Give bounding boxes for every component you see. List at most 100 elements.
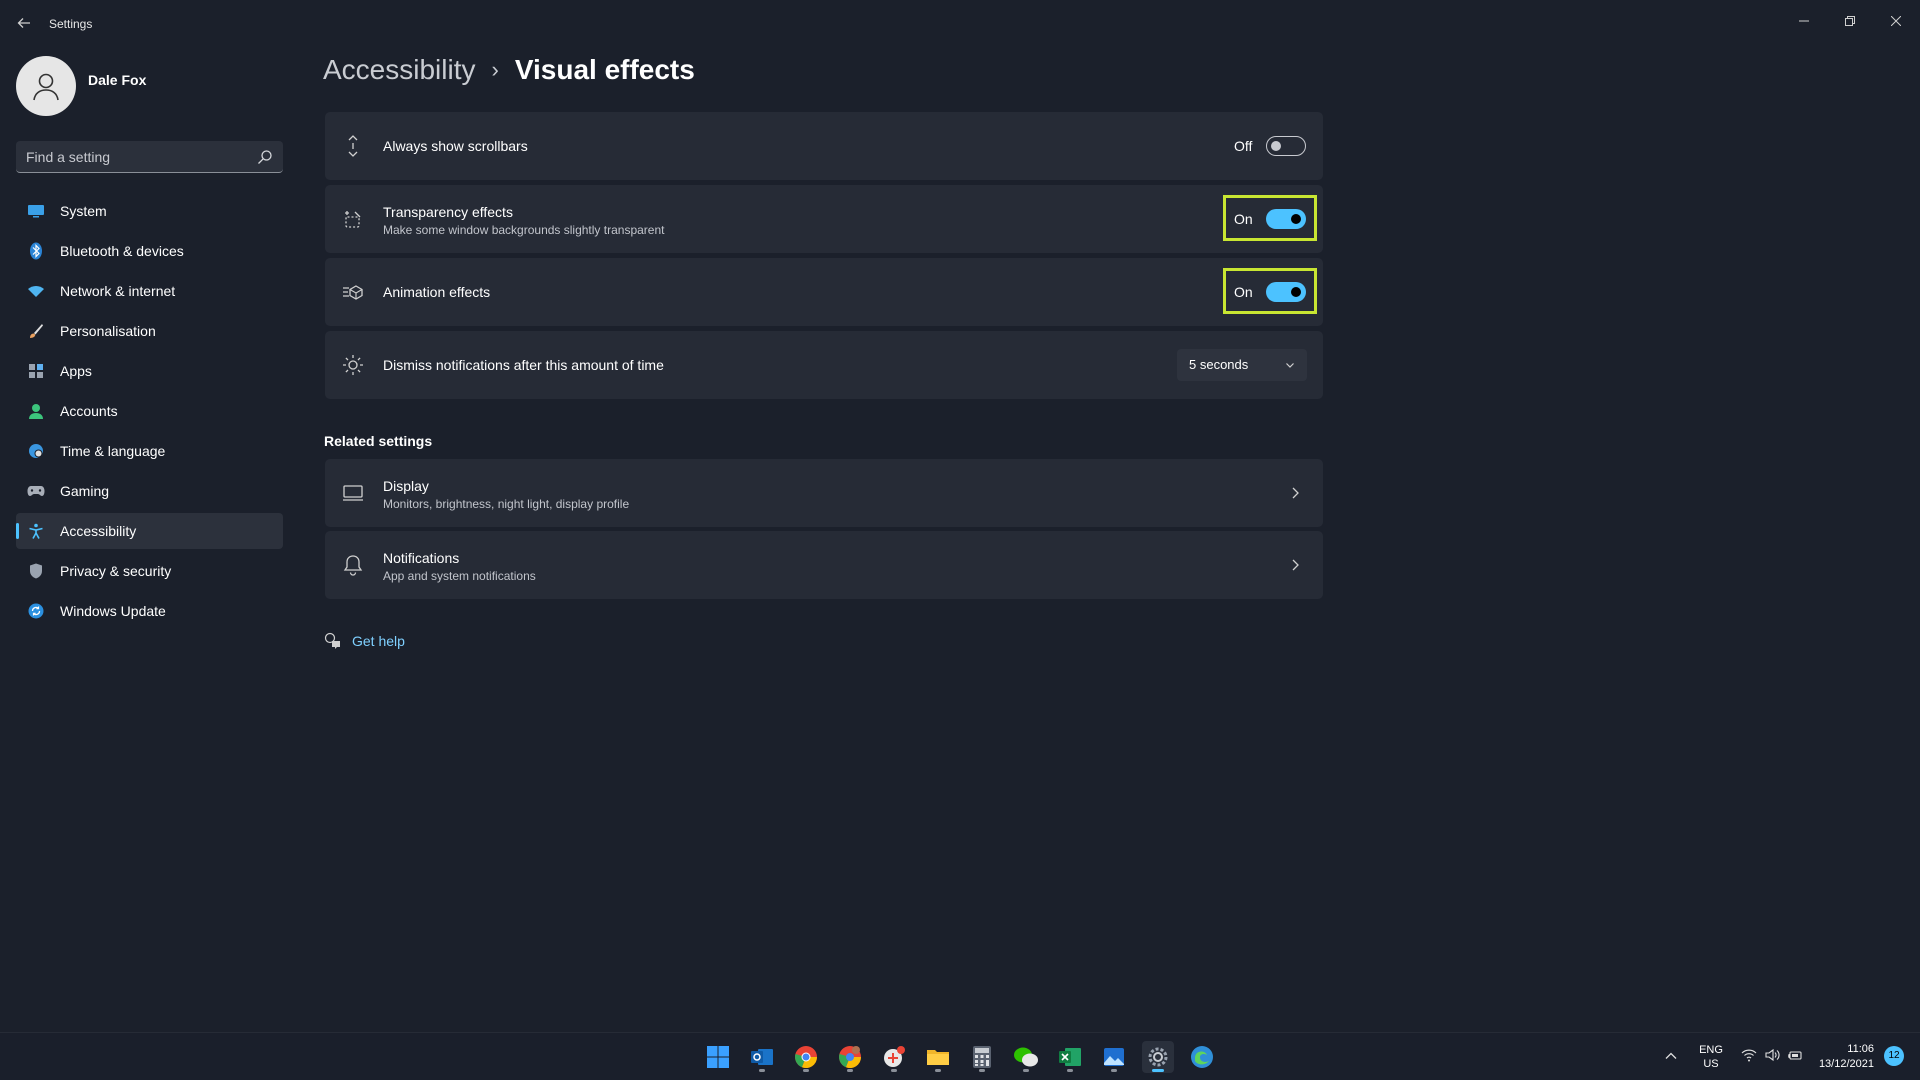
breadcrumb-parent[interactable]: Accessibility (323, 54, 475, 86)
get-help-label: Get help (352, 633, 405, 649)
sidebar-item-network[interactable]: Network & internet (16, 273, 283, 309)
avatar[interactable] (16, 56, 76, 116)
help-chat-icon (324, 632, 340, 649)
wifi-icon[interactable] (1741, 1047, 1757, 1063)
setting-card-scrollbars: Always show scrollbars Off (325, 112, 1323, 180)
taskbar-chrome[interactable] (790, 1041, 822, 1073)
start-button[interactable] (702, 1041, 734, 1073)
search-box[interactable] (16, 141, 283, 173)
bluetooth-icon (27, 242, 45, 260)
taskbar-photos[interactable] (1098, 1041, 1130, 1073)
outlook-icon (751, 1049, 773, 1065)
search-icon[interactable] (257, 149, 273, 165)
get-help-link[interactable]: Get help (324, 632, 405, 650)
running-indicator (1023, 1069, 1029, 1072)
volume-icon[interactable] (1764, 1047, 1780, 1063)
setting-card-transparency: Transparency effects Make some window ba… (325, 185, 1323, 253)
sidebar-item-gaming[interactable]: Gaming (16, 473, 283, 509)
running-indicator (891, 1069, 897, 1072)
notification-badge[interactable]: 12 (1884, 1046, 1904, 1066)
clock-date: 13/12/2021 (1818, 1058, 1874, 1070)
taskbar-edge[interactable] (1186, 1041, 1218, 1073)
sidebar-item-windows-update[interactable]: Windows Update (16, 593, 283, 629)
dropdown-value: 5 seconds (1189, 357, 1249, 372)
back-button[interactable] (14, 12, 34, 34)
running-indicator (803, 1069, 809, 1072)
wifi-icon (27, 282, 45, 300)
related-item-display[interactable]: Display Monitors, brightness, night ligh… (325, 459, 1323, 527)
language-indicator[interactable]: ENG US (1697, 1043, 1725, 1071)
chrome-icon (795, 1046, 818, 1069)
running-indicator (1152, 1069, 1164, 1072)
taskbar-app-badge[interactable] (878, 1041, 910, 1073)
scrollbar-icon (341, 134, 365, 158)
taskbar-chrome-profile[interactable] (834, 1041, 866, 1073)
chevron-right-icon (1292, 559, 1299, 571)
calculator-icon (973, 1046, 991, 1068)
display-icon (341, 481, 365, 505)
scrollbars-toggle[interactable] (1266, 136, 1306, 156)
running-indicator (979, 1069, 985, 1072)
title-bar: Settings (0, 0, 1920, 48)
clock-time: 11:06 (1847, 1043, 1874, 1055)
sidebar-item-label: Accessibility (60, 523, 137, 539)
taskbar-calculator[interactable] (966, 1041, 998, 1073)
related-item-title: Notifications (383, 550, 460, 566)
taskbar-excel[interactable] (1054, 1041, 1086, 1073)
restore-icon (1845, 16, 1855, 26)
sidebar-item-label: Privacy & security (60, 563, 172, 579)
update-icon (27, 602, 45, 620)
toggle-state-label: Off (1234, 138, 1253, 154)
dismiss-time-dropdown[interactable]: 5 seconds (1177, 349, 1307, 381)
minimize-icon (1799, 20, 1809, 22)
taskbar (0, 1032, 1920, 1080)
excel-icon (1059, 1048, 1081, 1066)
start-icon (707, 1046, 729, 1068)
running-indicator (1067, 1069, 1073, 1072)
profile-name[interactable]: Dale Fox (88, 72, 146, 88)
related-item-subtitle: Monitors, brightness, night light, displ… (383, 497, 630, 511)
sidebar-item-time-language[interactable]: Time & language (16, 433, 283, 469)
breadcrumb: Accessibility › Visual effects (323, 54, 695, 86)
clock[interactable]: 11:06 13/12/2021 (1812, 1042, 1874, 1072)
chevron-up-icon[interactable] (1664, 1049, 1678, 1063)
person-icon (33, 73, 59, 101)
sidebar-item-accounts[interactable]: Accounts (16, 393, 283, 429)
language-code: ENG (1699, 1044, 1723, 1056)
minimize-button[interactable] (1782, 6, 1826, 36)
photos-icon (1104, 1048, 1124, 1066)
chevron-right-icon (1292, 487, 1299, 499)
sidebar-item-apps[interactable]: Apps (16, 353, 283, 389)
sidebar-item-privacy[interactable]: Privacy & security (16, 553, 283, 589)
taskbar-settings[interactable] (1142, 1041, 1174, 1073)
search-input[interactable] (26, 147, 246, 167)
globe-clock-icon (27, 442, 45, 460)
chevron-down-icon (1286, 363, 1294, 368)
setting-subtitle: Make some window backgrounds slightly tr… (383, 223, 665, 237)
close-button[interactable] (1874, 6, 1918, 36)
apps-icon (27, 362, 45, 380)
sidebar-item-accessibility[interactable]: Accessibility (16, 513, 283, 549)
related-item-notifications[interactable]: Notifications App and system notificatio… (325, 531, 1323, 599)
sidebar-item-label: Apps (60, 363, 92, 379)
highlight-box-transparency (1223, 195, 1317, 241)
chrome-profile-icon (839, 1046, 862, 1069)
running-indicator (1111, 1069, 1117, 1072)
close-icon (1891, 16, 1901, 26)
account-icon (27, 402, 45, 420)
taskbar-outlook[interactable] (746, 1041, 778, 1073)
taskbar-wechat[interactable] (1010, 1041, 1042, 1073)
transparency-icon (341, 207, 365, 231)
sidebar-item-system[interactable]: System (16, 193, 283, 229)
monitor-icon (27, 202, 45, 220)
breadcrumb-separator: › (491, 57, 499, 82)
sidebar-item-bluetooth[interactable]: Bluetooth & devices (16, 233, 283, 269)
gamepad-icon (27, 482, 45, 500)
bell-icon (341, 553, 365, 577)
accessibility-icon (27, 522, 45, 540)
restore-button[interactable] (1828, 6, 1872, 36)
sidebar-item-personalisation[interactable]: Personalisation (16, 313, 283, 349)
battery-icon[interactable] (1787, 1047, 1803, 1063)
setting-title: Dismiss notifications after this amount … (383, 357, 664, 373)
taskbar-file-explorer[interactable] (922, 1041, 954, 1073)
